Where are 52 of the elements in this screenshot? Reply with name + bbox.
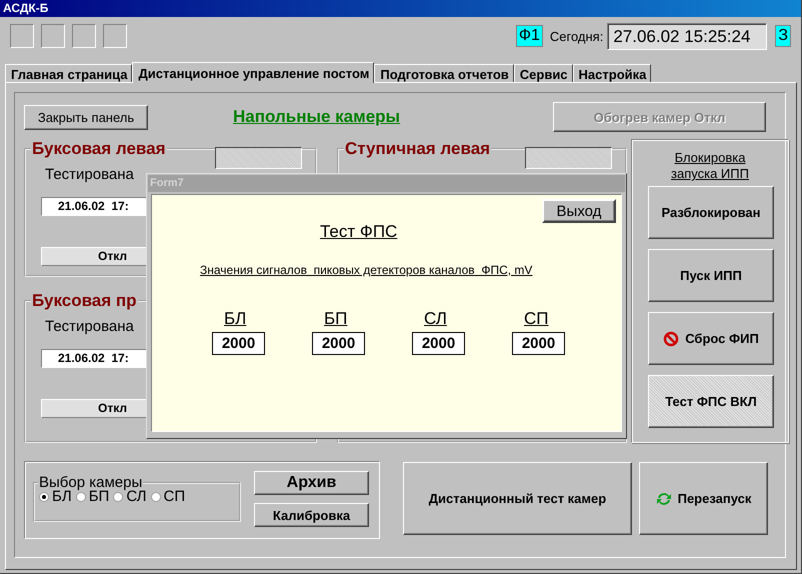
radio-option[interactable]: БП	[76, 488, 110, 505]
channel-label: СП	[524, 309, 548, 329]
channel-value: 2000	[412, 332, 465, 355]
exit-button[interactable]: Выход	[542, 199, 616, 223]
tab[interactable]: Подготовка отчетов	[374, 64, 514, 82]
tab[interactable]: Дистанционное управление постом	[132, 62, 374, 83]
tab[interactable]: Главная страница	[5, 64, 132, 82]
radio-icon[interactable]	[76, 492, 86, 502]
f1-badge: Ф1	[516, 25, 543, 47]
lock-link[interactable]: Блокировка запуска ИПП	[660, 150, 760, 182]
action-button[interactable]: Разблокирован	[648, 186, 774, 239]
channel-value: 2000	[512, 332, 565, 355]
action-button[interactable]: Сброс ФИП	[648, 312, 774, 365]
window-title: АСДК-Б	[0, 0, 801, 17]
toolbar-button[interactable]	[10, 24, 34, 48]
channel-label: СЛ	[424, 309, 447, 329]
close-panel-button[interactable]: Закрыть панель	[24, 104, 148, 130]
group-title: Выбор камеры	[38, 474, 142, 491]
radio-option[interactable]: СП	[150, 488, 186, 505]
group-title: Ступичная левая	[344, 139, 492, 159]
channel-label: БЛ	[224, 309, 246, 329]
toolbar-button[interactable]	[103, 24, 127, 48]
toolbar-button[interactable]	[72, 24, 96, 48]
datetime-field: 27.06.02 15:25:24	[607, 22, 768, 50]
toolbar-button[interactable]	[41, 24, 65, 48]
channel-value: 2000	[312, 332, 365, 355]
panel-title: Напольные камеры	[233, 107, 400, 127]
tested-label: Тестирована	[45, 166, 134, 183]
refresh-icon	[656, 490, 672, 506]
tab[interactable]: Настройка	[572, 64, 652, 82]
radio-icon[interactable]	[39, 492, 49, 502]
restart-button[interactable]: Перезапуск	[639, 462, 768, 535]
channel-label: БП	[324, 309, 348, 329]
dialog-heading: Тест ФПС	[320, 222, 398, 242]
radio-option[interactable]: СЛ	[113, 488, 146, 505]
today-label: Сегодня:	[550, 28, 604, 44]
tab[interactable]: Сервис	[514, 64, 573, 82]
calibration-button[interactable]: Калибровка	[254, 503, 369, 527]
radio-icon[interactable]	[113, 492, 124, 502]
tested-label: Тестирована	[45, 318, 134, 335]
prohibited-icon	[663, 330, 680, 346]
group-title: Буксовая пр	[31, 291, 138, 311]
action-button[interactable]: Пуск ИПП	[648, 249, 774, 302]
z-badge: З	[775, 25, 791, 47]
group-title: Буксовая левая	[31, 139, 167, 159]
radio-icon[interactable]	[150, 492, 160, 502]
radio-option[interactable]: БЛ	[39, 488, 72, 505]
archive-button[interactable]: Архив	[254, 471, 369, 495]
action-button[interactable]: Тест ФПС ВКЛ	[648, 375, 774, 428]
caption: Значения сигналов пиковых детекторов каналов ФПС, mV	[200, 263, 534, 277]
remote-test-button[interactable]: Дистанционный тест камер	[403, 462, 632, 535]
channel-value: 2000	[212, 332, 265, 355]
